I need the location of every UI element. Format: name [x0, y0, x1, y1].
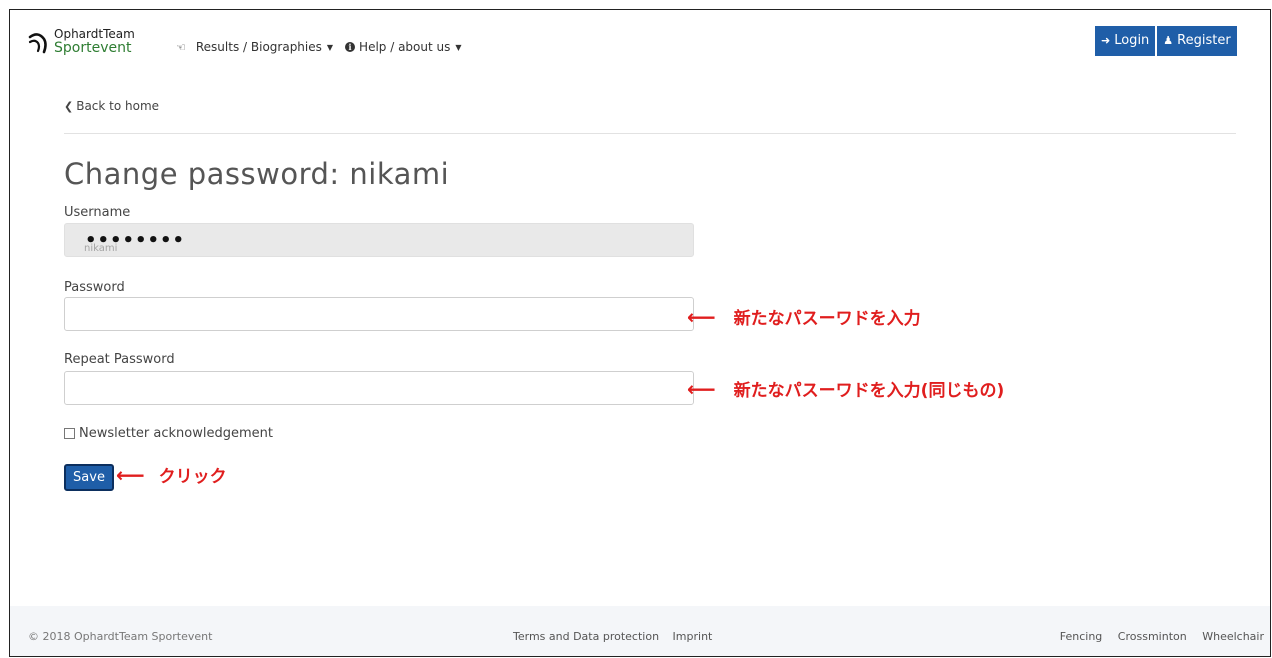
repeat-password-field[interactable] — [64, 371, 694, 405]
crossminton-link[interactable]: Crossminton — [1118, 630, 1187, 643]
fencing-link[interactable]: Fencing — [1060, 630, 1103, 643]
add-user-icon: ♟ — [1163, 34, 1174, 47]
sign-in-icon: ➜ — [1101, 34, 1111, 47]
login-button[interactable]: ➜ Login — [1095, 26, 1156, 56]
brand-subtitle: Sportevent — [54, 40, 132, 56]
arrow-left-icon: ⟵ — [116, 462, 145, 487]
footer: © 2018 OphardtTeam Sportevent Terms and … — [10, 606, 1270, 656]
arrow-left-icon: ⟵ — [687, 376, 716, 401]
back-to-home-link[interactable]: ❮ Back to home — [64, 99, 159, 113]
terms-link[interactable]: Terms and Data protection — [513, 630, 659, 643]
brand-name: OphardtTeam — [54, 27, 135, 41]
newsletter-label[interactable]: Newsletter acknowledgement — [79, 426, 273, 441]
menu-help[interactable]: i Help / about us ▼ — [345, 40, 462, 54]
imprint-link[interactable]: Imprint — [673, 630, 713, 643]
logo-icon — [28, 33, 47, 54]
password-field[interactable] — [64, 297, 694, 331]
save-note-text: クリック — [158, 467, 227, 487]
username-value: nikami — [84, 243, 118, 254]
chevron-down-icon: ▼ — [455, 42, 462, 52]
password-note-text: 新たなパスーワドを入力 — [733, 309, 921, 329]
brand-logo[interactable]: OphardtTeam Sportevent — [28, 28, 135, 55]
sport-links: Fencing Crossminton Wheelchair — [1048, 630, 1264, 643]
menu-results-label: Results / Biographies — [195, 40, 322, 54]
arrow-left-icon: ⟵ — [687, 304, 716, 329]
newsletter-checkbox[interactable] — [64, 428, 75, 439]
back-link-label: Back to home — [76, 99, 160, 113]
page-title: Change password: nikami — [64, 157, 450, 191]
wheelchair-link[interactable]: Wheelchair — [1202, 630, 1264, 643]
register-button[interactable]: ♟ Register — [1157, 26, 1237, 56]
info-icon: i — [345, 42, 356, 52]
save-button[interactable]: Save — [64, 464, 114, 491]
password-annotation: ⟵ 新たなパスーワドを入力 — [687, 304, 921, 330]
repeat-note-text: 新たなパスーワドを入力(同じもの) — [733, 381, 1005, 401]
footer-links: Terms and Data protection Imprint — [513, 630, 722, 643]
main-menu: ☜ Results / Biographies ▼ i Help / about… — [176, 40, 474, 54]
chevron-down-icon: ▼ — [326, 42, 334, 52]
login-label: Login — [1114, 33, 1150, 48]
menu-help-label: Help / about us — [359, 40, 451, 54]
repeat-password-label: Repeat Password — [64, 352, 175, 367]
username-label: Username — [64, 205, 131, 220]
navbar: OphardtTeam Sportevent ☜ Results / Biogr… — [10, 10, 1270, 70]
page-frame: OphardtTeam Sportevent ☜ Results / Biogr… — [9, 9, 1271, 657]
auth-buttons: ➜ Login ♟ Register — [1095, 26, 1237, 56]
menu-results[interactable]: Results / Biographies ▼ — [196, 40, 333, 54]
divider — [64, 133, 1236, 134]
newsletter-row: Newsletter acknowledgement — [64, 426, 273, 441]
register-label: Register — [1177, 33, 1231, 48]
chevron-left-icon: ❮ — [64, 100, 74, 113]
password-label: Password — [64, 280, 125, 295]
home-icon[interactable]: ☜ — [176, 41, 186, 54]
repeat-password-annotation: ⟵ 新たなパスーワドを入力(同じもの) — [687, 376, 1005, 402]
copyright: © 2018 OphardtTeam Sportevent — [28, 630, 213, 643]
save-annotation: ⟵ クリック — [116, 462, 227, 488]
